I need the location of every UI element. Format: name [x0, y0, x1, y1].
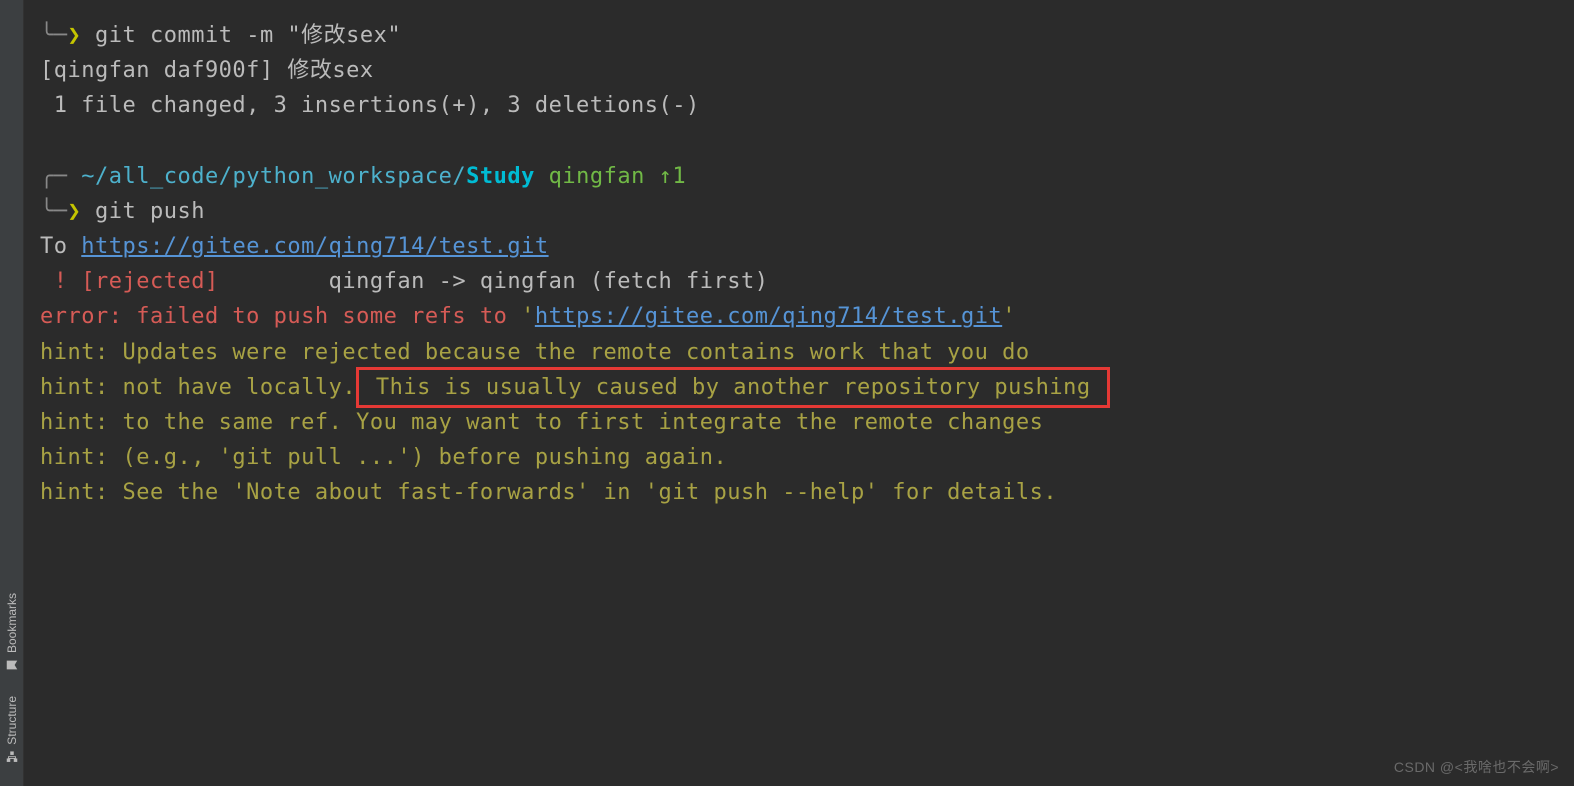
sidebar-tab-label: Bookmarks [5, 593, 19, 653]
ide-sidebar: Bookmarks Structure [0, 0, 24, 786]
prompt-status: ↑1 [659, 164, 687, 189]
terminal-output: To https://gitee.com/qing714/test.git [40, 229, 1564, 264]
bookmark-icon [5, 658, 19, 672]
terminal-error: error: failed to push some refs to 'http… [40, 299, 1564, 334]
prompt-path: ~/all_code/python_workspace/ [81, 164, 466, 189]
repo-url-link[interactable]: https://gitee.com/qing714/test.git [81, 234, 548, 259]
terminal-line: ╰─❯ git commit -m "修改sex" [40, 18, 1564, 53]
terminal-hint: hint: Updates were rejected because the … [40, 335, 1564, 370]
terminal-output: ! [rejected] qingfan -> qingfan (fetch f… [40, 264, 1564, 299]
sidebar-tab-bookmarks[interactable]: Bookmarks [3, 581, 21, 684]
prompt-project: Study [466, 164, 535, 189]
terminal-hint: hint: to the same ref. You may want to f… [40, 405, 1564, 440]
terminal-prompt-line: ╭─ ~/all_code/python_workspace/Study qin… [40, 159, 1564, 194]
terminal-hint: hint: not have locally. This is usually … [40, 370, 1564, 405]
repo-url-link[interactable]: https://gitee.com/qing714/test.git [535, 304, 1002, 329]
terminal-hint: hint: (e.g., 'git pull ...') before push… [40, 440, 1564, 475]
command-text: git push [95, 199, 205, 224]
sidebar-tab-structure[interactable]: Structure [3, 684, 21, 776]
prompt-branch: qingfan [535, 164, 659, 189]
command-text: git commit -m "修改sex" [95, 23, 401, 48]
terminal-hint: hint: See the 'Note about fast-forwards'… [40, 475, 1564, 510]
sidebar-tab-label: Structure [5, 696, 19, 745]
structure-icon [5, 750, 19, 764]
terminal-output: 1 file changed, 3 insertions(+), 3 delet… [40, 88, 1564, 123]
terminal-line: ╰─❯ git push [40, 194, 1564, 229]
terminal-panel[interactable]: ╰─❯ git commit -m "修改sex" [qingfan daf90… [24, 0, 1574, 786]
highlighted-text: This is usually caused by another reposi… [356, 367, 1110, 408]
watermark-text: CSDN @<我啥也不会啊> [1394, 756, 1559, 778]
terminal-output: [qingfan daf900f] 修改sex [40, 53, 1564, 88]
